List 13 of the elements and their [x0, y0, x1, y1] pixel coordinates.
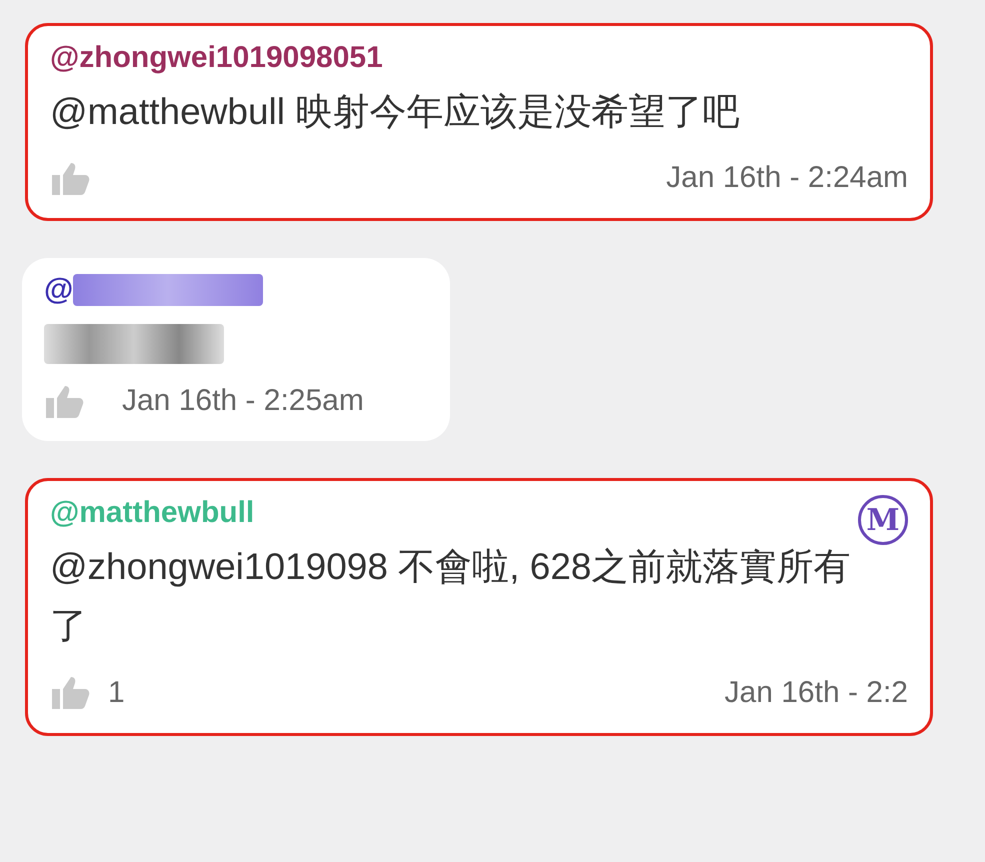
- like-icon[interactable]: [44, 384, 84, 418]
- comment-text: @matthewbull 映射今年应该是没希望了吧: [50, 90, 740, 134]
- like-icon[interactable]: [50, 675, 90, 710]
- username: @matthewbull: [50, 495, 254, 532]
- comment-text: @zhongwei1019098 不會啦, 628之前就落實所有了: [50, 545, 852, 648]
- timestamp: Jan 16th - 2:25am: [122, 383, 364, 420]
- moderator-badge: M: [858, 495, 908, 546]
- like-count: 1: [108, 674, 125, 711]
- timestamp: Jan 16th - 2:24am: [666, 160, 908, 196]
- timestamp: Jan 16th - 2:2: [724, 674, 908, 711]
- like-icon[interactable]: [50, 160, 90, 195]
- username: @zhongwei1019098051: [50, 40, 383, 76]
- username: @: [44, 272, 74, 308]
